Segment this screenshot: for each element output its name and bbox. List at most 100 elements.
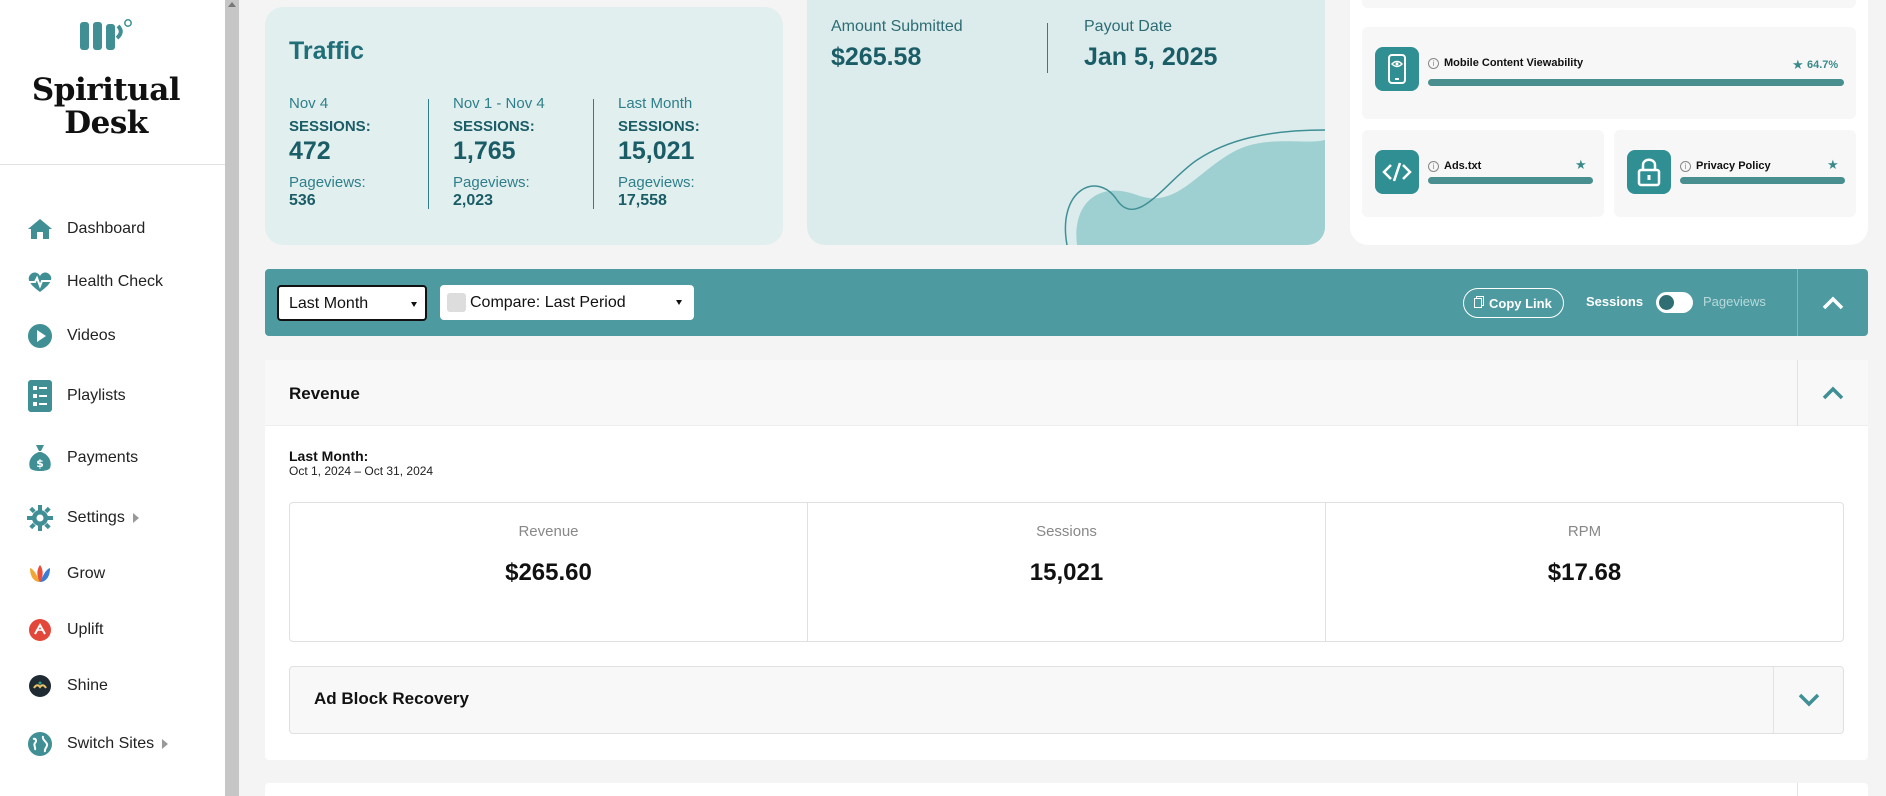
- health-check-ads-txt[interactable]: i Ads.txt ★: [1362, 130, 1604, 217]
- sidebar-item-health-check[interactable]: Health Check: [26, 267, 163, 297]
- sidebar-item-label: Payments: [67, 449, 139, 466]
- sidebar-item-settings[interactable]: Settings: [26, 503, 139, 533]
- star-icon: ★: [1792, 57, 1804, 72]
- sessions-pageviews-toggle[interactable]: [1656, 292, 1693, 313]
- caret-right-icon: [132, 513, 139, 523]
- sidebar-item-playlists[interactable]: Playlists: [26, 380, 126, 412]
- sessions-label: SESSIONS:: [289, 118, 371, 135]
- brand-logo[interactable]: Spiritual Desk: [0, 0, 225, 165]
- chevron-up-icon: [1822, 386, 1844, 400]
- globe-icon: [26, 730, 54, 758]
- copy-icon: [1474, 296, 1484, 308]
- pageviews-value: 17,558: [618, 192, 667, 209]
- pageviews-value: 536: [289, 192, 316, 209]
- traffic-title: Traffic: [289, 37, 365, 65]
- toolbar-collapse-button[interactable]: [1797, 269, 1868, 336]
- panel-divider: [1797, 783, 1798, 796]
- health-check-privacy-policy[interactable]: i Privacy Policy ★: [1614, 130, 1856, 217]
- caret-right-icon: [162, 739, 169, 749]
- pageviews-label: Pageviews:: [453, 174, 530, 191]
- compare-select[interactable]: Compare: Last Period: [440, 285, 694, 320]
- sidebar-item-videos[interactable]: Videos: [26, 321, 116, 351]
- info-icon[interactable]: i: [1428, 58, 1439, 69]
- sidebar-item-grow[interactable]: Grow: [26, 559, 105, 589]
- svg-text:$: $: [36, 457, 44, 470]
- brand-name-line2: Desk: [64, 105, 148, 141]
- stat-value: 15,021: [1029, 559, 1104, 586]
- sidebar-item-dashboard[interactable]: Dashboard: [26, 214, 145, 244]
- toggle-sessions-label[interactable]: Sessions: [1586, 294, 1643, 309]
- sessions-label: SESSIONS:: [453, 118, 535, 135]
- revenue-stats: Revenue $265.60 Sessions 15,021 RPM $17.…: [289, 502, 1844, 642]
- money-bag-icon: $: [26, 444, 54, 472]
- ad-block-recovery-title: Ad Block Recovery: [314, 689, 469, 708]
- payout-divider: [1047, 23, 1048, 73]
- checklist-icon: [26, 380, 54, 412]
- health-check-mobile-viewability[interactable]: i Mobile Content Viewability ★ 64.7%: [1362, 27, 1856, 119]
- amount-submitted-value: $265.58: [831, 43, 922, 71]
- revenue-header: Revenue: [265, 360, 1868, 426]
- stat-label: Sessions: [1036, 523, 1097, 540]
- health-check-name: Privacy Policy: [1696, 160, 1771, 172]
- dropdown-arrow-icon: [676, 300, 682, 305]
- traffic-period: Nov 4: [289, 95, 329, 112]
- payout-date-label: Payout Date: [1084, 18, 1173, 35]
- code-icon: [1375, 150, 1419, 194]
- gear-icon: [26, 504, 54, 532]
- sidebar: Spiritual Desk Dashboard Health Check Vi…: [0, 0, 225, 796]
- toggle-pageviews-label[interactable]: Pageviews: [1703, 294, 1766, 309]
- uplift-icon: [26, 616, 54, 644]
- sidebar-item-label: Shine: [67, 677, 108, 694]
- brand-name-line1: Spiritual: [31, 72, 181, 108]
- next-section-panel: [265, 783, 1868, 796]
- sidebar-item-label: Health Check: [67, 273, 164, 290]
- sidebar-item-label: Dashboard: [67, 220, 146, 237]
- report-period-range: Oct 1, 2024 – Oct 31, 2024: [289, 464, 434, 478]
- toggle-knob: [1659, 295, 1674, 310]
- sidebar-item-payments[interactable]: $ Payments: [26, 443, 138, 473]
- pageviews-value: 2,023: [453, 192, 494, 209]
- sidebar-item-switch-sites[interactable]: Switch Sites: [26, 729, 169, 759]
- revenue-panel: Revenue Last Month: Oct 1, 2024 – Oct 31…: [265, 360, 1868, 760]
- brand-name: Spiritual Desk: [0, 74, 212, 140]
- home-icon: [26, 215, 54, 243]
- traffic-column-month-to-date: Nov 1 - Nov 4 SESSIONS: 1,765 Pageviews:…: [453, 95, 603, 210]
- traffic-period: Nov 1 - Nov 4: [453, 95, 545, 112]
- logo-mark-icon: [80, 19, 132, 50]
- copy-link-label: Copy Link: [1489, 296, 1552, 311]
- period-select[interactable]: Last Month: [277, 285, 427, 321]
- shine-icon: [26, 672, 54, 700]
- lock-icon: [1627, 150, 1671, 194]
- health-check-name: Mobile Content Viewability: [1444, 57, 1584, 69]
- scroll-up-arrow-icon[interactable]: [228, 2, 236, 7]
- compare-checkbox[interactable]: [447, 293, 466, 312]
- sidebar-item-uplift[interactable]: Uplift: [26, 615, 103, 645]
- payout-card: Amount Submitted $265.58 Payout Date Jan…: [807, 0, 1325, 245]
- sidebar-scrollbar[interactable]: [225, 0, 239, 796]
- info-icon[interactable]: i: [1428, 161, 1439, 172]
- info-icon[interactable]: i: [1680, 161, 1691, 172]
- health-check-row-top: [1362, 0, 1856, 8]
- sessions-value: 1,765: [453, 137, 516, 165]
- copy-link-button[interactable]: Copy Link: [1463, 288, 1564, 318]
- stat-rpm: RPM $17.68: [1326, 503, 1843, 641]
- revenue-title: Revenue: [289, 384, 360, 403]
- column-divider: [593, 99, 594, 209]
- sidebar-item-shine[interactable]: Shine: [26, 671, 108, 701]
- ad-block-recovery-section[interactable]: Ad Block Recovery: [289, 666, 1844, 734]
- health-check-progress: [1428, 79, 1844, 86]
- sessions-label: SESSIONS:: [618, 118, 700, 135]
- health-check-progress: [1680, 177, 1845, 184]
- traffic-card: Traffic Nov 4 SESSIONS: 472 Pageviews: 5…: [265, 7, 783, 245]
- ad-block-expand-button[interactable]: [1773, 667, 1844, 733]
- scrollbar-thumb[interactable]: [225, 0, 239, 796]
- revenue-collapse-button[interactable]: [1797, 360, 1868, 426]
- stat-label: Revenue: [518, 523, 579, 540]
- pageviews-label: Pageviews:: [289, 174, 366, 191]
- sessions-value: 15,021: [618, 137, 695, 165]
- star-icon: ★: [1575, 157, 1587, 172]
- star-icon: ★: [1827, 157, 1839, 172]
- sidebar-item-label: Playlists: [67, 387, 126, 404]
- payout-date-value: Jan 5, 2025: [1084, 43, 1218, 71]
- health-check-name: Ads.txt: [1444, 160, 1482, 172]
